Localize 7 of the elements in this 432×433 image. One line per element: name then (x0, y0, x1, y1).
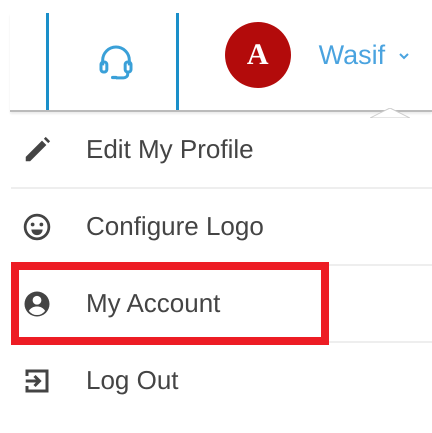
caret-icon (399, 52, 410, 60)
avatar-letter: A (246, 38, 268, 72)
smiley-icon (22, 212, 52, 242)
menu-item[interactable]: My Account (11, 262, 329, 345)
dropdown-pointer (370, 108, 410, 118)
avatar[interactable]: A (224, 22, 291, 88)
user-icon (22, 288, 52, 318)
